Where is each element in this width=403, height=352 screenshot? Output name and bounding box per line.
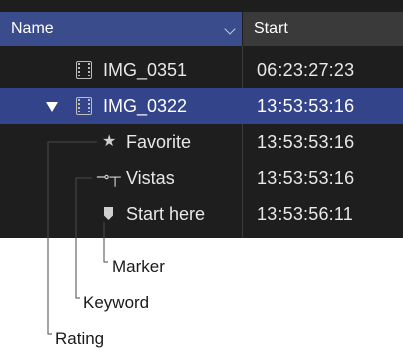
clip-name: IMG_0322 [103,96,188,116]
rating-callout-label: Rating [55,329,105,348]
marker-start-time: 13:53:56:11 [257,204,353,224]
filmstrip-icon [76,97,92,115]
column-header-start[interactable]: Start [243,12,403,46]
disclosure-triangle-icon[interactable] [46,102,58,112]
clip-start-time: 13:53:53:16 [257,96,355,116]
keyword-callout-label: Keyword [83,293,150,312]
key-icon: ⊸┬ [96,169,121,186]
rating-start-time: 13:53:53:16 [257,132,355,152]
column-header-start-label: Start [254,20,288,37]
marker-icon [104,207,113,220]
clip-row-img-0322[interactable]: IMG_0322 13:53:53:16 [0,88,403,124]
star-icon: ★ [102,133,117,150]
keyword-start-time: 13:53:53:16 [257,168,355,188]
rating-row-favorite[interactable]: ★ Favorite 13:53:53:16 [0,124,403,160]
rating-name: Favorite [126,132,192,152]
event-browser: Name Start IMG_0351 06:23:27:23 IMG_0322… [0,0,403,238]
clip-row-img-0351[interactable]: IMG_0351 06:23:27:23 [0,52,403,88]
clip-start-time: 06:23:27:23 [257,60,355,80]
marker-name: Start here [126,204,206,224]
column-header-name[interactable]: Name [0,12,242,46]
keyword-row-vistas[interactable]: ⊸┬ Vistas 13:53:53:16 [0,160,403,196]
keyword-name: Vistas [126,168,175,188]
column-header-name-label: Name [11,20,54,37]
filmstrip-icon [76,61,92,79]
clip-name: IMG_0351 [103,60,188,80]
marker-callout-label: Marker [112,257,165,276]
chevron-down-icon[interactable] [224,23,236,35]
marker-row-start-here[interactable]: Start here 13:53:56:11 [0,196,403,232]
